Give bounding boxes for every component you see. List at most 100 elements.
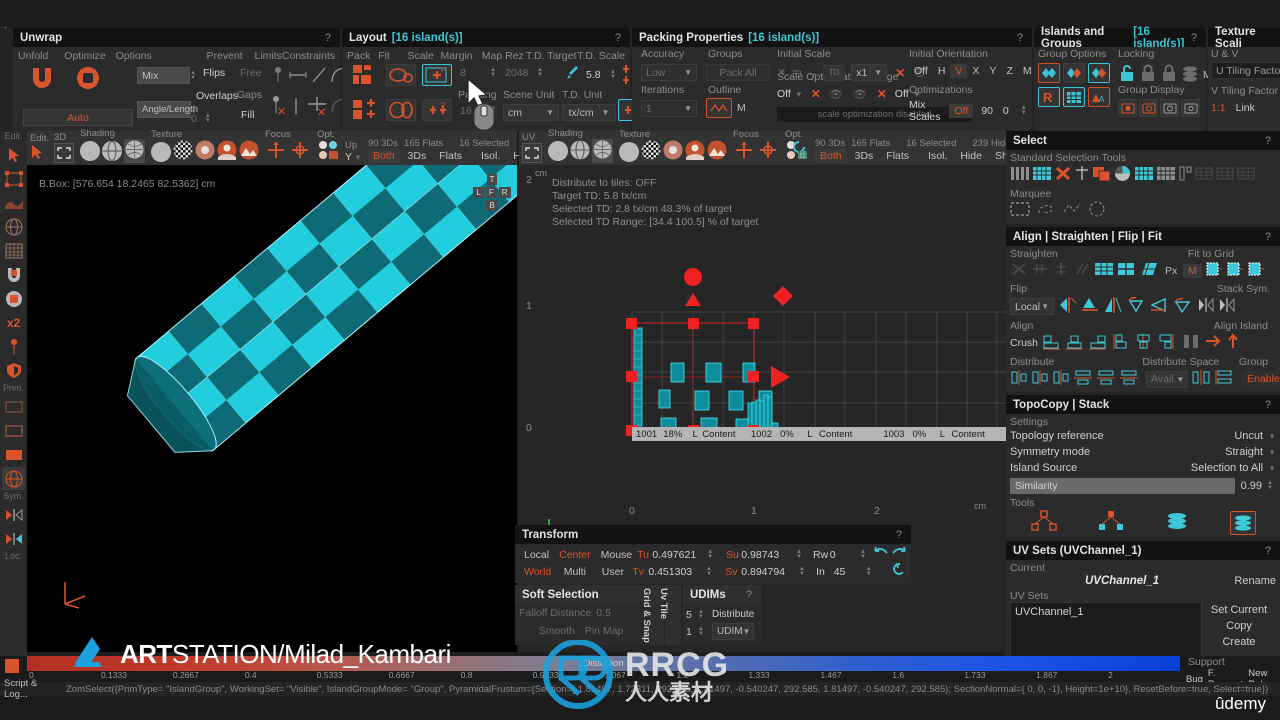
scale-button-1[interactable]: P [422, 64, 452, 86]
select-arrow-tool[interactable] [2, 143, 25, 166]
sel-grid-off1-icon[interactable] [1195, 165, 1214, 185]
maprez-field[interactable]: 2048 ▲ ▼ [505, 67, 546, 79]
straighten-h-icon[interactable] [1031, 261, 1049, 280]
viewuv-toggle-hide[interactable]: Hide [955, 149, 987, 163]
view3d-opt-icon[interactable] [317, 140, 339, 163]
group-option-1-icon[interactable] [1038, 63, 1060, 83]
outline-icon[interactable] [706, 98, 732, 118]
straighten-parallel-icon[interactable] [1073, 261, 1091, 280]
align-center-icon[interactable] [1134, 333, 1153, 353]
flip-both-icon[interactable] [1103, 296, 1123, 317]
align-bottom-right-icon[interactable] [1088, 333, 1107, 353]
view3d-focus-move-icon[interactable] [265, 140, 287, 163]
align-island-up-arrow-icon[interactable] [1226, 333, 1240, 353]
dist-v2-icon[interactable] [1031, 369, 1049, 389]
rect-select-tool[interactable] [2, 167, 25, 190]
align-help-icon[interactable]: ? [1265, 231, 1273, 243]
iterations-select[interactable]: 1 ▼ [641, 100, 697, 117]
unwrap-anglelength-select[interactable]: Angle/Length ▲ ▼ [137, 101, 199, 118]
uvsets-create-button[interactable]: Create [1222, 636, 1255, 648]
prim-box-tool[interactable] [2, 419, 25, 442]
sel-grid-off3-icon[interactable] [1237, 165, 1256, 185]
prevent-zero-field[interactable]: 0 ▲ ▼ [191, 113, 214, 125]
packing-help-icon[interactable]: ? [1017, 32, 1025, 44]
view3d-toggle-3ds[interactable]: 3Ds [403, 149, 432, 163]
transform-center-button[interactable]: Center [554, 548, 596, 562]
group-enable-button[interactable]: Enable [1242, 371, 1280, 387]
scale-range-clear-right-icon[interactable]: ✕ [877, 87, 887, 101]
fit-button-1[interactable] [386, 64, 416, 86]
initial-scale-select[interactable]: x1 ▼ [851, 64, 888, 81]
u-tiling-field[interactable]: U Tiling Factor [1211, 62, 1280, 79]
mix-scales-state[interactable]: Off [949, 104, 974, 118]
scale-range-left-value[interactable]: Off [777, 88, 791, 100]
optimize-o-tool[interactable] [2, 287, 25, 310]
marquee-rect-icon[interactable] [1010, 201, 1030, 220]
grid-tool[interactable] [2, 239, 25, 262]
transform-help-icon[interactable]: ? [896, 529, 904, 541]
unwrap-mix-select[interactable]: Mix ▲ ▼ [137, 67, 199, 84]
pack-all-button[interactable]: Pack All [706, 64, 770, 81]
straighten-v-icon[interactable] [1052, 261, 1070, 280]
crush-button[interactable]: Crush [1010, 337, 1038, 349]
tiling-link-label[interactable]: Link [1236, 102, 1255, 114]
cross-delete-icon[interactable]: ✕ [305, 95, 329, 120]
soft-selection-falloff-value[interactable]: 0.5 [596, 607, 611, 619]
group-display-2-icon[interactable] [1139, 99, 1158, 117]
limits-free-button[interactable]: Free [240, 67, 262, 79]
marquee-lasso-icon[interactable] [1036, 201, 1056, 220]
x2-tool[interactable]: x2 [2, 311, 25, 334]
group-option-3-icon[interactable] [1088, 63, 1110, 83]
transform-reset-icon[interactable] [891, 563, 907, 580]
group-grid-icon[interactable] [1063, 87, 1085, 107]
straighten-cross-icon[interactable] [1010, 261, 1028, 280]
sel-grid-all-icon[interactable] [1032, 165, 1052, 185]
scale-eq-icon[interactable]: ≕ [791, 66, 802, 79]
udims-count-value[interactable]: 5 [686, 609, 698, 621]
uvsets-rename-button[interactable]: Rename [1234, 575, 1276, 587]
uvsets-list[interactable]: UVChannel_1 [1010, 602, 1202, 656]
flip-h-icon[interactable] [1057, 296, 1077, 317]
flip-space-select[interactable]: Local ▼ [1010, 298, 1054, 315]
stack-lock-icon[interactable] [1181, 63, 1199, 86]
view3d-tex-checker-icon[interactable] [173, 140, 193, 163]
align-island-right-arrow-icon[interactable] [1204, 333, 1222, 353]
unwrap-help-icon[interactable]: ? [325, 32, 333, 44]
transform-sv-value[interactable]: 0.894794 [741, 566, 799, 578]
tdunit-select[interactable]: tx/cm ▼ [562, 104, 616, 121]
pin-delete-icon[interactable]: ✕ [269, 95, 287, 120]
sceneunit-select[interactable]: cm ▼ [503, 104, 559, 121]
islands-help-icon[interactable]: ? [1191, 32, 1199, 44]
transform-in-value[interactable]: 45 [834, 566, 866, 578]
viewuv-tex-checker-icon[interactable] [641, 140, 661, 163]
sel-grid-part-icon[interactable] [1134, 165, 1154, 185]
symmetry-2-tool[interactable] [2, 527, 25, 550]
unfold-u-tool[interactable] [2, 263, 25, 286]
pin-tool[interactable] [2, 335, 25, 358]
topocopy-stack-icon[interactable] [1165, 510, 1189, 535]
view-cube-r[interactable]: R [498, 187, 511, 198]
dist-v1-icon[interactable] [1010, 369, 1028, 389]
limits-fill-button[interactable]: Fill [241, 109, 254, 121]
scale-x-icon[interactable]: ✕ [777, 66, 786, 79]
udims-row-value[interactable]: 1 [686, 626, 698, 638]
unfold-u-button[interactable] [27, 65, 57, 94]
dist-space-h-icon[interactable] [1214, 369, 1234, 389]
lock-closed-2-icon[interactable] [1160, 63, 1178, 86]
viewuv-tex-red-icon[interactable] [663, 140, 683, 163]
topocopy-tree-1-icon[interactable] [1030, 510, 1057, 535]
pin-point-icon[interactable] [269, 65, 287, 88]
topocopy-stack-active-icon[interactable] [1229, 510, 1256, 535]
transform-mouse-button[interactable]: Mouse [596, 548, 638, 562]
similarity-row[interactable]: Similarity 0.99 ▲ ▼ [1010, 478, 1276, 494]
sel-grid-off2-icon[interactable] [1216, 165, 1235, 185]
symmetry-1-tool[interactable] [2, 503, 25, 526]
transform-su-value[interactable]: 0.98743 [741, 549, 796, 561]
transform-tv-value[interactable]: 0.451303 [648, 566, 706, 578]
sel-clear-icon[interactable] [1054, 165, 1072, 185]
group-reset-icon[interactable]: R [1038, 87, 1060, 107]
viewuv-shading-wire-icon[interactable] [570, 139, 590, 163]
transform-rw-value[interactable]: 0 [830, 549, 860, 561]
prim-plane-tool[interactable] [2, 395, 25, 418]
viewuv-shading-flat-icon[interactable] [548, 141, 568, 161]
